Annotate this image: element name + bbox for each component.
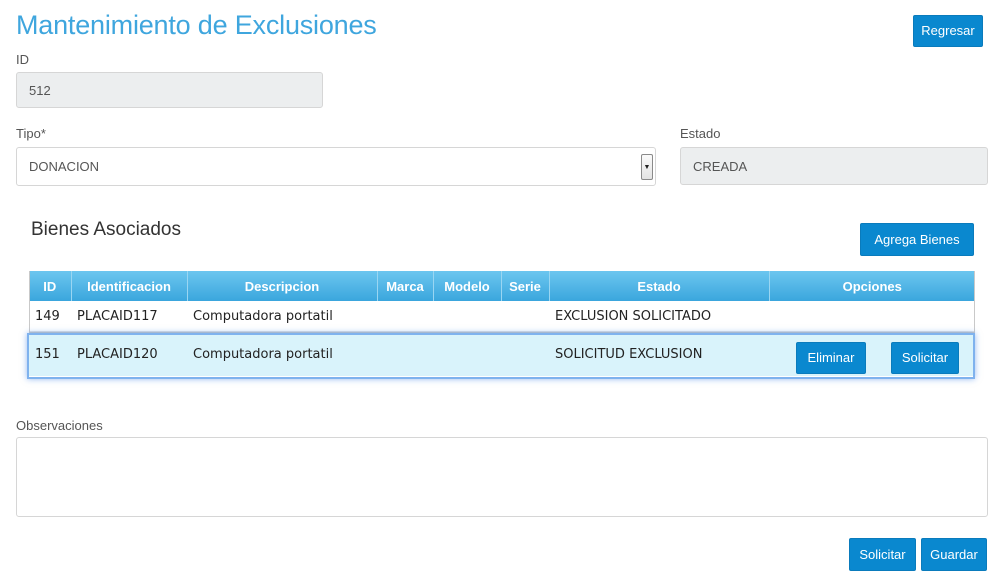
cell-descripcion: Computadora portatil — [187, 301, 377, 332]
cell-id: 149 — [29, 301, 71, 332]
solicitar-button[interactable]: Solicitar — [849, 538, 916, 571]
tipo-select[interactable]: DONACION ▼ — [16, 147, 656, 186]
back-button[interactable]: Regresar — [913, 15, 983, 47]
id-field: 512 — [16, 72, 323, 108]
estado-label: Estado — [680, 126, 721, 141]
table-row[interactable]: 149 PLACAID117 Computadora portatil EXCL… — [29, 301, 975, 332]
cell-identificacion: PLACAID120 — [71, 331, 187, 376]
observaciones-textarea[interactable] — [16, 437, 988, 517]
cell-modelo — [433, 301, 501, 332]
cell-modelo — [433, 331, 501, 376]
eliminar-button[interactable]: Eliminar — [796, 342, 866, 374]
cell-id: 151 — [29, 331, 71, 376]
tipo-label-text: Tipo — [16, 126, 41, 141]
column-header-identificacion[interactable]: Identificacion — [71, 271, 188, 301]
page: Mantenimiento de Exclusiones Regresar ID… — [0, 0, 996, 583]
cell-estado: EXCLUSION SOLICITADO — [549, 301, 769, 332]
estado-field: CREADA — [680, 147, 988, 185]
observaciones-label: Observaciones — [16, 418, 103, 433]
id-value: 512 — [29, 82, 51, 98]
row-solicitar-button[interactable]: Solicitar — [891, 342, 959, 374]
add-bienes-button[interactable]: Agrega Bienes — [860, 223, 974, 256]
id-label: ID — [16, 52, 29, 67]
column-header-marca[interactable]: Marca — [377, 271, 434, 301]
cell-estado: SOLICITUD EXCLUSION — [549, 331, 769, 376]
bienes-section-title: Bienes Asociados — [31, 219, 181, 240]
cell-descripcion: Computadora portatil — [187, 331, 377, 376]
chevron-down-icon[interactable]: ▼ — [641, 154, 653, 180]
required-marker: * — [40, 126, 46, 141]
cell-serie — [501, 331, 549, 376]
column-header-estado[interactable]: Estado — [549, 271, 770, 301]
column-header-id[interactable]: ID — [29, 271, 72, 301]
tipo-select-value: DONACION — [29, 159, 100, 174]
cell-marca — [377, 331, 433, 376]
estado-value: CREADA — [693, 158, 748, 174]
cell-opciones — [769, 301, 975, 332]
guardar-button[interactable]: Guardar — [921, 538, 987, 571]
page-title: Mantenimiento de Exclusiones — [16, 10, 377, 40]
table-header-row: ID Identificacion Descripcion Marca Mode… — [29, 271, 975, 301]
cell-identificacion: PLACAID117 — [71, 301, 187, 332]
column-header-opciones: Opciones — [769, 271, 975, 301]
column-header-modelo[interactable]: Modelo — [433, 271, 502, 301]
tipo-label: Tipo* — [16, 126, 46, 141]
cell-marca — [377, 301, 433, 332]
cell-serie — [501, 301, 549, 332]
column-header-serie[interactable]: Serie — [501, 271, 550, 301]
column-header-descripcion[interactable]: Descripcion — [187, 271, 378, 301]
